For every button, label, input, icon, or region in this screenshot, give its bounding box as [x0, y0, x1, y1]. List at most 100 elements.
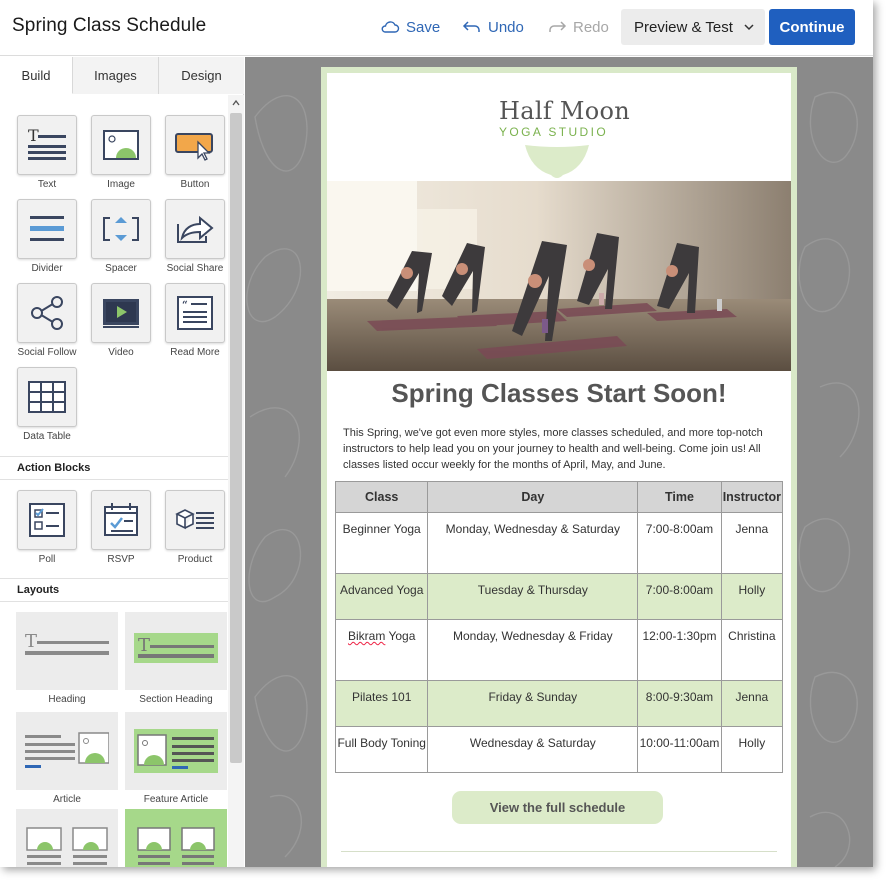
table-cell: Holly [720, 573, 784, 620]
feature-article-layout-icon [134, 729, 218, 773]
block-label: Poll [38, 554, 56, 565]
block-divider-tile [17, 199, 77, 259]
table-cell: Full Body Toning [334, 726, 429, 773]
block-label: Social Follow [17, 347, 77, 358]
save-label: Save [406, 18, 441, 36]
table-row: Pilates 101 Friday & Sunday 8:00-9:30am … [334, 680, 784, 727]
block-image[interactable]: Image [91, 115, 151, 190]
layout-label: Section Heading [139, 694, 213, 705]
block-label: Read More [170, 347, 220, 358]
email-intro-text[interactable]: This Spring, we've got even more styles,… [343, 425, 773, 473]
layout-article[interactable]: Article [16, 712, 118, 805]
logo-line-1: Half Moon [499, 97, 631, 125]
block-label: Data Table [23, 431, 71, 442]
table-cell: 7:00-8:00am [637, 512, 722, 574]
continue-button[interactable]: Continue [769, 9, 855, 45]
table-cell: 7:00-8:00am [637, 573, 722, 620]
layout-heading-tile: T [16, 612, 118, 690]
section-heading-layout-icon: T [134, 633, 218, 663]
table-row: Bikram Yoga Monday, Wednesday & Friday 1… [334, 619, 784, 681]
block-label: Divider [31, 263, 63, 274]
yoga-class-image [327, 181, 791, 371]
panel-tabs: Build Images Design [0, 57, 244, 94]
preview-test-dropdown[interactable]: Preview & Test [621, 9, 765, 45]
block-label: Product [177, 554, 213, 565]
email-body[interactable]: Half Moon YOGA STUDIO Spring Classes Sta… [321, 67, 797, 867]
block-video-tile [91, 283, 151, 343]
block-video[interactable]: Video [91, 283, 151, 358]
block-spacer-tile [91, 199, 151, 259]
email-editor-window: Spring Class Schedule Save Undo Redo Pre… [0, 0, 873, 867]
tab-build[interactable]: Build [0, 57, 73, 94]
block-spacer[interactable]: Spacer [91, 199, 151, 274]
table-cell: 8:00-9:30am [637, 680, 722, 727]
block-social-share[interactable]: Social Share [165, 199, 225, 274]
heading-layout-icon: T [25, 631, 109, 655]
block-social-follow-tile [17, 283, 77, 343]
block-social-share-tile [165, 199, 225, 259]
action-blocks-header: Action Blocks [0, 456, 228, 480]
product-icon [175, 509, 214, 530]
logo-line-2: YOGA STUDIO [499, 125, 609, 139]
undo-label: Undo [488, 18, 524, 36]
scrollbar-thumb[interactable] [230, 113, 242, 763]
logo-block[interactable]: Half Moon YOGA STUDIO [327, 83, 791, 187]
block-rsvp[interactable]: RSVP [91, 490, 151, 565]
block-text[interactable]: T Text [17, 115, 77, 190]
read-more-icon: “ [177, 296, 213, 330]
tab-images[interactable]: Images [73, 57, 159, 94]
redo-label: Redo [573, 18, 609, 36]
panel-scrollbar[interactable] [228, 95, 244, 867]
data-table-icon [28, 381, 66, 413]
undo-icon [462, 21, 480, 32]
scroll-up-arrow-icon[interactable] [232, 99, 240, 107]
top-toolbar: Spring Class Schedule Save Undo Redo Pre… [0, 0, 873, 56]
tab-design[interactable]: Design [159, 57, 244, 94]
block-label: Button [180, 179, 210, 190]
block-data-table[interactable]: Data Table [17, 367, 77, 442]
save-button[interactable]: Save [380, 16, 440, 38]
block-read-more[interactable]: “ Read More [165, 283, 225, 358]
view-schedule-button[interactable]: View the full schedule [452, 791, 663, 824]
text-block-icon: T [28, 126, 66, 160]
layout-feature-article[interactable]: Feature Article [125, 712, 227, 805]
block-product[interactable]: Product [165, 490, 225, 565]
campaign-title[interactable]: Spring Class Schedule [12, 15, 206, 37]
layout-label: Feature Article [143, 794, 209, 805]
block-social-follow[interactable]: Social Follow [17, 283, 77, 358]
col-time: Time [637, 481, 722, 513]
block-divider[interactable]: Divider [17, 199, 77, 274]
hero-yoga-photo[interactable] [327, 181, 791, 371]
article-layout-icon [25, 732, 109, 768]
table-cell: 12:00-1:30pm [637, 619, 722, 681]
table-cell: Beginner Yoga [334, 512, 429, 574]
layout-label: Heading [48, 694, 86, 705]
block-product-tile [165, 490, 225, 550]
video-block-icon [103, 299, 139, 328]
layout-two-column[interactable] [16, 809, 118, 867]
undo-button[interactable]: Undo [462, 16, 524, 38]
table-header-row: Class Day Time Instructor [334, 481, 784, 513]
block-text-tile: T [17, 115, 77, 175]
block-rsvp-tile [91, 490, 151, 550]
class-schedule-table[interactable]: Class Day Time Instructor Beginner Yoga … [334, 481, 784, 773]
block-poll[interactable]: Poll [17, 490, 77, 565]
email-headline[interactable]: Spring Classes Start Soon! [327, 378, 791, 409]
layout-article-tile [16, 712, 118, 790]
layout-section-heading-tile: T [125, 612, 227, 690]
svg-text:T: T [25, 631, 37, 652]
chevron-down-icon [744, 24, 754, 31]
layout-section-heading[interactable]: T Section Heading [125, 612, 227, 705]
layout-heading[interactable]: T Heading [16, 612, 118, 705]
layout-two-column-feature[interactable] [125, 809, 227, 867]
block-button[interactable]: Button [165, 115, 225, 190]
redo-button[interactable]: Redo [547, 16, 609, 38]
table-cell: Jenna [720, 512, 784, 574]
block-label: Social Share [166, 263, 224, 274]
table-cell: Pilates 101 [334, 680, 429, 727]
layouts-header: Layouts [0, 578, 228, 602]
social-share-icon [177, 215, 214, 243]
table-cell: Jenna [720, 680, 784, 727]
divider-block-icon [30, 216, 64, 241]
blocks-scroll-area: T Text Image Button Divider Spacer Socia… [0, 95, 228, 867]
